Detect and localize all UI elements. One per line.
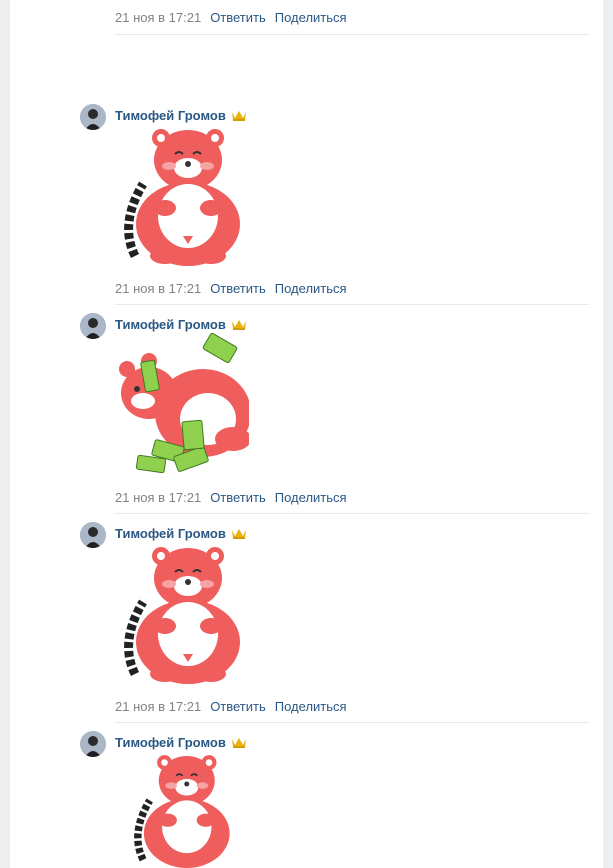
comment-date: 21 ноя в 17:21 [115,699,202,714]
tiger-sticker[interactable] [113,124,249,266]
share-link[interactable]: Поделиться [275,699,347,715]
money-tiger-sticker[interactable] [113,333,249,475]
reply-link[interactable]: Ответить [210,699,266,715]
comment-date: 21 ноя в 17:21 [115,281,202,296]
divider [115,722,589,723]
comments-card: 21 ноя в 17:21 Ответить Поделиться Тимоф… [10,0,603,868]
author-name[interactable]: Тимофей Громов [115,108,226,123]
divider [115,513,589,514]
tiger-sticker[interactable] [113,751,249,868]
author-name[interactable]: Тимофей Громов [115,735,226,750]
avatar[interactable] [80,313,106,339]
crown-icon [231,738,246,748]
share-link[interactable]: Поделиться [275,10,347,26]
author-name[interactable]: Тимофей Громов [115,317,226,332]
divider [115,304,589,305]
avatar[interactable] [80,522,106,548]
crown-icon [231,529,246,539]
tiger-sticker[interactable] [113,542,249,684]
avatar[interactable] [80,731,106,757]
author-name[interactable]: Тимофей Громов [115,526,226,541]
crown-icon [231,111,246,121]
reply-link[interactable]: Ответить [210,281,266,297]
comment-date: 21 ноя в 17:21 [115,490,202,505]
divider [115,34,589,35]
share-link[interactable]: Поделиться [275,490,347,506]
comment-date: 21 ноя в 17:21 [115,10,202,25]
reply-link[interactable]: Ответить [210,10,266,26]
reply-link[interactable]: Ответить [210,490,266,506]
avatar[interactable] [80,104,106,130]
share-link[interactable]: Поделиться [275,281,347,297]
crown-icon [231,320,246,330]
